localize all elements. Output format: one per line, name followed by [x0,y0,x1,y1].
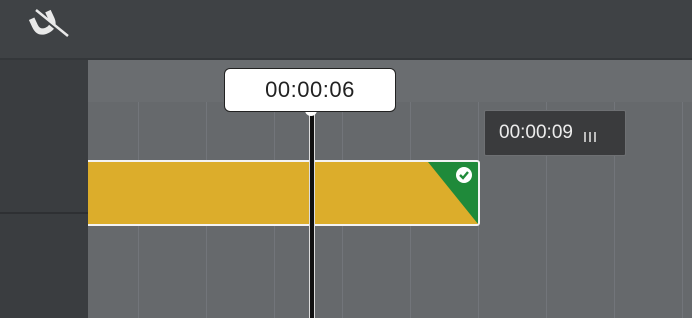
duration-timecode: 00:00:09 [499,122,573,143]
playhead-line[interactable] [309,112,315,318]
clip-duration-tooltip: 00:00:09 [484,110,626,156]
track-header-column [0,60,88,318]
video-clip[interactable] [88,160,480,226]
timeline-toolbar [0,0,692,60]
track-header-divider [0,212,88,214]
playhead-timecode[interactable]: 00:00:06 [224,68,396,112]
magnet-snap-off-icon[interactable] [26,8,70,38]
grid-line [682,102,683,318]
video-editor-timeline: 00:00:06 00:00:09 [0,0,692,318]
drag-grip-icon[interactable] [583,127,597,142]
check-circle-icon [428,162,478,224]
